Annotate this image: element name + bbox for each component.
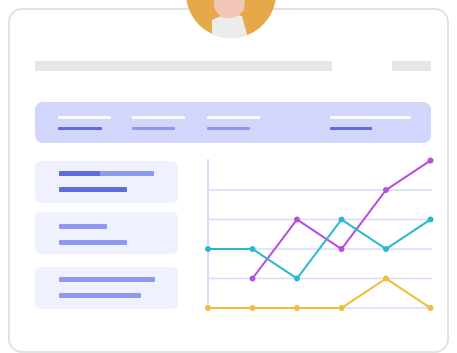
list-item-title-highlight	[59, 171, 100, 176]
series-line	[208, 277, 432, 309]
data-point	[383, 275, 389, 282]
tab-1-value-line[interactable]	[58, 127, 102, 130]
data-point	[427, 157, 434, 164]
data-point	[205, 246, 211, 252]
tab-3-value-line[interactable]	[207, 127, 250, 130]
tab-4-value-line[interactable]	[330, 127, 372, 130]
data-point	[294, 305, 300, 311]
data-point	[383, 187, 389, 193]
data-point	[427, 216, 434, 223]
data-point	[383, 246, 389, 252]
list-item-title-bar	[59, 277, 155, 282]
data-point	[294, 216, 300, 223]
header-placeholder-bar	[35, 61, 332, 71]
line-chart	[205, 157, 434, 311]
list-item-subtitle-bar	[59, 240, 127, 245]
data-point	[205, 305, 211, 311]
data-point	[338, 305, 345, 311]
tab-1-label-line[interactable]	[58, 116, 111, 119]
data-point	[338, 216, 345, 223]
data-point	[338, 246, 345, 252]
data-point	[294, 275, 300, 282]
filter-tabs-bar	[35, 102, 431, 143]
list-item[interactable]	[35, 161, 178, 203]
list-item[interactable]	[35, 267, 178, 309]
data-point	[427, 305, 434, 311]
list-item-subtitle-bar	[59, 187, 127, 192]
tab-4-label-line[interactable]	[330, 116, 411, 119]
tab-2-label-line[interactable]	[132, 116, 185, 119]
data-point	[249, 246, 256, 252]
list-item-subtitle-bar	[59, 293, 141, 298]
data-point	[249, 305, 256, 311]
list-item-title-bar	[59, 224, 107, 229]
list-item[interactable]	[35, 212, 178, 254]
tab-3-label-line[interactable]	[207, 116, 260, 119]
data-point	[249, 275, 256, 282]
header-action-placeholder	[392, 61, 431, 71]
tab-2-value-line[interactable]	[132, 127, 175, 130]
